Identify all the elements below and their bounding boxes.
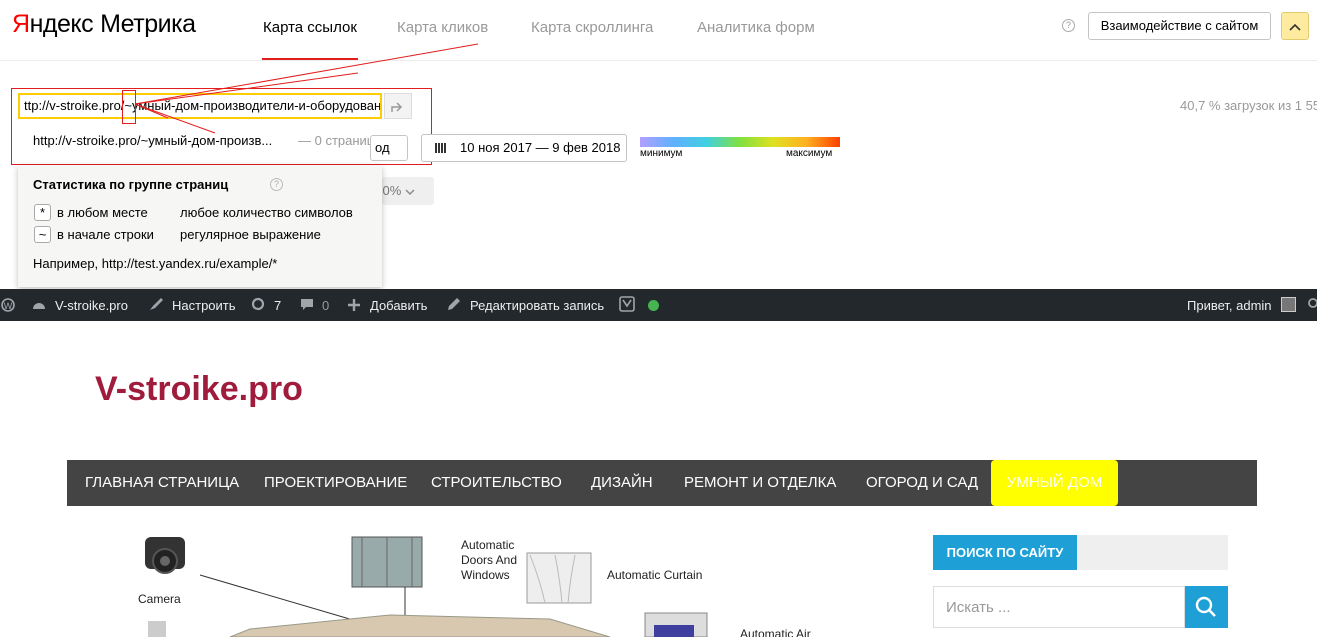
- nav-item-design[interactable]: ДИЗАЙН: [591, 474, 653, 491]
- brush-icon: [150, 298, 163, 310]
- nav-item-home[interactable]: ГЛАВНАЯ СТРАНИЦА: [85, 474, 239, 491]
- nav-item-smart-home[interactable]: УМНЫЙ ДОМ: [991, 460, 1118, 506]
- nav-item-smart-home-label: УМНЫЙ ДОМ: [1006, 474, 1103, 491]
- wp-edit-post-link[interactable]: Редактировать запись: [470, 298, 604, 313]
- chevron-down-icon: [405, 189, 415, 195]
- svg-text:W: W: [4, 301, 13, 311]
- avatar[interactable]: [1281, 297, 1296, 312]
- site-search-input[interactable]: [933, 586, 1185, 628]
- collapse-panel-button[interactable]: [1281, 12, 1309, 40]
- seo-status-dot: [648, 300, 659, 311]
- tab-scroll-map[interactable]: Карта скроллинга: [531, 19, 653, 36]
- dashboard-icon: [33, 303, 45, 309]
- zoom-select[interactable]: 100%: [382, 177, 434, 205]
- illustration-label-curtain: Automatic Curtain: [607, 568, 703, 582]
- nav-item-renovation[interactable]: РЕМОНТ И ОТДЕЛКА: [684, 474, 836, 491]
- search-widget-title: ПОИСК ПО САЙТУ: [933, 535, 1077, 570]
- interaction-mode-button[interactable]: Взаимодействие с сайтом: [1088, 12, 1271, 40]
- wp-site-link[interactable]: V-stroike.pro: [55, 298, 128, 313]
- illustration-label-camera: Camera: [138, 592, 181, 606]
- wp-customize-link[interactable]: Настроить: [172, 298, 236, 313]
- wp-greeting[interactable]: Привет, admin: [1187, 298, 1272, 313]
- regex-desc: регулярное выражение: [180, 227, 321, 242]
- nav-item-construction[interactable]: СТРОИТЕЛЬСТВО: [431, 474, 562, 491]
- popup-example: Например, http://test.yandex.ru/example/…: [33, 256, 278, 271]
- regex-label: в начале строки: [57, 227, 154, 242]
- search-icon[interactable]: [1307, 298, 1317, 310]
- legend-max-label: максимум: [786, 148, 833, 159]
- wp-add-new-link[interactable]: Добавить: [370, 298, 427, 313]
- heat-legend-gradient: [640, 137, 840, 147]
- search-icon: [1195, 596, 1216, 617]
- annotation-frame: [11, 88, 432, 165]
- help-icon[interactable]: ?: [1062, 19, 1075, 32]
- wildcard-desc: любое количество символов: [180, 205, 353, 220]
- popup-title: Статистика по группе страниц: [33, 177, 229, 192]
- site-search-button[interactable]: [1185, 586, 1228, 628]
- comment-icon: [301, 299, 313, 310]
- chevron-up-icon: [1289, 24, 1301, 31]
- nav-item-design-projects[interactable]: ПРОЕКТИРОВАНИЕ: [264, 474, 407, 491]
- wordpress-logo-icon[interactable]: W: [1, 297, 15, 313]
- zoom-value: 100%: [382, 183, 402, 198]
- pencil-icon: [448, 298, 460, 310]
- site-title[interactable]: V-stroike.pro: [95, 370, 303, 409]
- illustration-label-air: Automatic Air: [740, 627, 811, 637]
- url-suggestion-count: — 0 страниц: [298, 133, 375, 148]
- annotation-tilde-highlight: [122, 90, 136, 124]
- wildcard-key[interactable]: *: [34, 204, 51, 221]
- wp-updates-count[interactable]: 7: [274, 298, 281, 313]
- plus-icon: [348, 299, 360, 311]
- date-range-button[interactable]: 10 ноя 2017 — 9 фев 2018: [421, 134, 627, 162]
- calendar-icon: [435, 143, 447, 153]
- popup-help-icon[interactable]: ?: [270, 178, 283, 191]
- url-suggestion-item[interactable]: http://v-stroike.pro/~умный-дом-произв..…: [33, 133, 272, 148]
- legend-min-label: минимум: [640, 148, 683, 159]
- updates-icon: [251, 297, 265, 311]
- loads-percentage-text: 40,7 % загрузок из 1 555: [1180, 98, 1317, 113]
- illustration-label-doors: Automatic Doors And Windows: [461, 538, 518, 582]
- yoast-seo-icon[interactable]: [619, 296, 635, 312]
- wildcard-label: в любом месте: [57, 205, 148, 220]
- nav-item-garden[interactable]: ОГОРОД И САД: [866, 474, 978, 491]
- regex-key[interactable]: ~: [34, 226, 51, 243]
- period-button[interactable]: од: [370, 135, 408, 161]
- wp-comments-count[interactable]: 0: [322, 298, 329, 313]
- tab-form-analytics[interactable]: Аналитика форм: [697, 19, 815, 36]
